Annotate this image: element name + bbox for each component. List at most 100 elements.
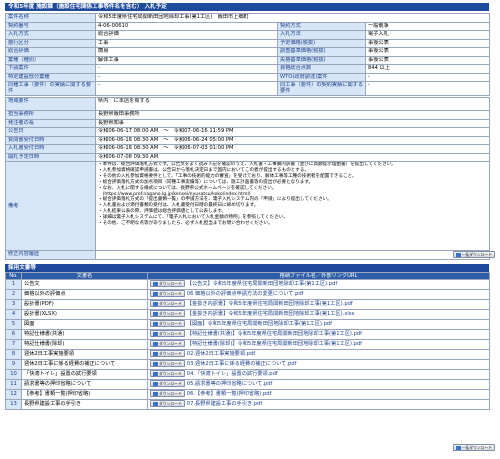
download-all-button-bottom[interactable]: 一括ダウンロード bbox=[452, 444, 495, 451]
info-row: 同種工事（要件）の実績に関する要件 - 同工事（要件）の契約実績に関する要件 - bbox=[5, 81, 490, 96]
table-row: 13 長野県建設工事の手引き ダウンロード 07.長野県建設工事の手引き.pdf bbox=[5, 399, 490, 411]
info-label: 総合評価 bbox=[5, 47, 96, 57]
doc-number: 4 bbox=[5, 309, 22, 321]
info-label: 施行区分 bbox=[5, 38, 96, 48]
info-value: - bbox=[95, 64, 278, 74]
history-value bbox=[95, 250, 490, 260]
download-button[interactable]: ダウンロード bbox=[150, 350, 185, 358]
doc-file-link[interactable]: 【特記仕様書(除却)】令和5年度県住宅局関新田団地除却工事(第1工区).pdf bbox=[187, 341, 362, 347]
download-button[interactable]: ダウンロード bbox=[150, 320, 185, 328]
info-label: 案件名称 bbox=[5, 13, 96, 23]
info-row: 特定建設部分業種 - WTO(政府調達)案件 - bbox=[5, 72, 490, 82]
schedule-value: 令和06-06-18 08:30 AM 〜 令和06-06-24 05:00 P… bbox=[95, 135, 490, 145]
doc-file-cell: ダウンロード 05.請求書等の押印省略について.pdf bbox=[147, 379, 490, 391]
schedule-row: 地域要件 県内 に本店を有する bbox=[5, 97, 490, 111]
history-label: 修正内容履歴 bbox=[5, 250, 96, 260]
doc-file-link[interactable]: 【金抜き内訳書】令和5年度県住宅局関新田団地除却工事(第1工区).pdf bbox=[187, 301, 353, 307]
doc-file-cell: ダウンロード 【金抜き内訳書】令和5年度県住宅局関新田団地除却工事(第1工区).x… bbox=[147, 309, 490, 321]
download-icon bbox=[153, 312, 158, 317]
info-value: 総合評価 bbox=[95, 30, 278, 40]
download-button[interactable]: ダウンロード bbox=[150, 330, 185, 338]
info-label: 契約番号 bbox=[5, 21, 96, 31]
doc-file-link[interactable]: 06.価格以外の評価点申請方法の変更について.pdf bbox=[187, 291, 304, 297]
download-button[interactable]: ダウンロード bbox=[150, 280, 185, 288]
doc-name: 図面 bbox=[21, 319, 148, 331]
doc-number: 8 bbox=[5, 349, 22, 361]
info-value: 工事 bbox=[95, 38, 278, 48]
download-button[interactable]: ダウンロード bbox=[150, 380, 185, 388]
doc-number: 2 bbox=[5, 289, 22, 301]
doc-file-cell: ダウンロード 02.週休2日工事実施要領.pdf bbox=[147, 349, 490, 361]
info-value: - bbox=[95, 72, 278, 82]
download-icon bbox=[153, 322, 158, 327]
info-value: 一般競争 bbox=[365, 21, 490, 31]
info-row: 入札方式 総合評価 入札方法 電子入札 bbox=[5, 30, 490, 40]
download-all-label: 一括ダウンロード bbox=[461, 252, 492, 257]
doc-name: 「快適トイレ」設置の試行要領 bbox=[21, 369, 148, 381]
doc-file-link[interactable]: 【図面】令和5年度県住宅局関新田団地除却工事(第1工区).pdf bbox=[187, 321, 332, 327]
doc-file-cell: ダウンロード 06.【参考】書類一覧(押印省略).pdf bbox=[147, 389, 490, 401]
info-label: WTO(政府調達)案件 bbox=[277, 72, 366, 82]
download-label: ダウンロード bbox=[159, 371, 182, 377]
download-button[interactable]: ダウンロード bbox=[150, 370, 185, 378]
download-button[interactable]: ダウンロード bbox=[150, 400, 185, 408]
schedule-label: 担当事務所 bbox=[5, 110, 96, 120]
download-button[interactable]: ダウンロード bbox=[150, 290, 185, 298]
col-file-header: 格納ファイル名／外部リンクURL bbox=[147, 271, 490, 281]
doc-file-link[interactable]: 【金抜き内訳書】令和5年度県住宅局関新田団地除却工事(第1工区).xlsx bbox=[187, 311, 355, 317]
info-label: 入札方法 bbox=[277, 30, 366, 40]
info-value: 電子入札 bbox=[365, 30, 490, 40]
schedule-row: 発注者の長 長野県知事 bbox=[5, 118, 490, 128]
info-row: 業種（種別） 解体工事 失格基準価格(税抜) 事後公表 bbox=[5, 55, 490, 65]
download-button[interactable]: ダウンロード bbox=[150, 390, 185, 398]
download-button[interactable]: ダウンロード bbox=[150, 310, 185, 318]
table-row: 7 特記仕様書(除却) ダウンロード 【特記仕様書(除却)】令和5年度県住宅局関新田団… bbox=[5, 339, 490, 351]
doc-file-link[interactable]: 05.請求書等の押印省略について.pdf bbox=[187, 381, 273, 387]
doc-file-link[interactable]: 【特記仕様書(共通)】令和5年度県住宅局関新田団地除却工事(第1工区).pdf bbox=[187, 331, 362, 337]
doc-file-link[interactable]: 07.長野県建設工事の手引き.pdf bbox=[187, 401, 262, 407]
table-row: 1 公告文 ダウンロード 【公告文】令和5年度県住宅局関新田団地除却工事(第1工区).… bbox=[5, 279, 490, 291]
info-value: - bbox=[365, 81, 490, 96]
doc-file-link[interactable]: 03.週休2日工事に係る経費の補正について.pdf bbox=[187, 361, 297, 367]
download-button[interactable]: ダウンロード bbox=[150, 300, 185, 308]
page-title: 令和5年度 施設課（施設住宅関係工事等件名を含む） 入札予定 bbox=[8, 4, 167, 10]
schedule-label: 入札書受付日時 bbox=[5, 144, 96, 154]
download-button[interactable]: ダウンロード bbox=[150, 360, 185, 368]
download-icon bbox=[153, 342, 158, 347]
download-all-button[interactable]: 一括ダウンロード bbox=[452, 251, 495, 258]
doc-file-link[interactable]: 02.週休2日工事実施要領.pdf bbox=[187, 351, 255, 357]
download-button[interactable]: ダウンロード bbox=[150, 340, 185, 348]
doc-file-cell: ダウンロード 04.「快適トイレ」設置の試行要領.pdf bbox=[147, 369, 490, 381]
history-row: 修正内容履歴 bbox=[5, 250, 490, 260]
info-label: 同工事（要件）の契約実績に関する要件 bbox=[277, 81, 366, 96]
docs-section-title: 採用文書等 bbox=[8, 265, 36, 271]
info-value: 事後公表 bbox=[365, 38, 490, 48]
doc-name: 公告文 bbox=[21, 279, 148, 291]
info-row: 下請案件 - 資格総合点数 844 以上 bbox=[5, 64, 490, 74]
doc-name: 長野県建設工事の手引き bbox=[21, 399, 148, 411]
info-label: 調査基準価格(税抜) bbox=[277, 47, 366, 57]
download-label: ダウンロード bbox=[159, 321, 182, 327]
table-row: 2 価格以外の評価点 ダウンロード 06.価格以外の評価点申請方法の変更について.pd… bbox=[5, 289, 490, 301]
doc-file-cell: ダウンロード 【金抜き内訳書】令和5年度県住宅局関新田団地除却工事(第1工区).p… bbox=[147, 299, 490, 311]
info-row: 総合評価 簡易 調査基準価格(税抜) 事後公表 bbox=[5, 47, 490, 57]
doc-file-link[interactable]: 06.【参考】書類一覧(押印省略).pdf bbox=[187, 391, 272, 397]
doc-name: 週休2日工事に係る経費の補正について bbox=[21, 359, 148, 371]
doc-name: 週休2日工事実施要領 bbox=[21, 349, 148, 361]
info-value: 令和5年度県住宅局関新田団地除却工事(第1工区) 飯田市上郷町 bbox=[95, 13, 490, 23]
doc-file-link[interactable]: 【公告文】令和5年度県住宅局関新田団地除却工事(第1工区).pdf bbox=[187, 281, 337, 287]
download-icon bbox=[153, 282, 158, 287]
doc-name: 【参考】書類一覧(押印省略) bbox=[21, 389, 148, 401]
schedule-value: 令和06-07-08 09:30 AM bbox=[95, 152, 490, 162]
schedule-label: 公告日 bbox=[5, 127, 96, 137]
info-label: 下請案件 bbox=[5, 64, 96, 74]
col-no-header: No. bbox=[5, 271, 22, 281]
doc-number: 11 bbox=[5, 379, 22, 391]
info-label: 契約方式 bbox=[277, 21, 366, 31]
doc-file-link[interactable]: 04.「快適トイレ」設置の試行要領.pdf bbox=[187, 371, 278, 377]
remarks-row: 備考 ・本件は、総合評価落札方式です。公告文をよく読み下記を確認のうえ、入札書・工… bbox=[5, 161, 490, 251]
download-label: ダウンロード bbox=[159, 281, 182, 287]
info-label: 失格基準価格(税抜) bbox=[277, 55, 366, 65]
doc-file-cell: ダウンロード 07.長野県建設工事の手引き.pdf bbox=[147, 399, 490, 411]
schedule-row: 入札書受付日時 令和06-06-18 08:30 AM 〜 令和06-07-03 … bbox=[5, 144, 490, 154]
